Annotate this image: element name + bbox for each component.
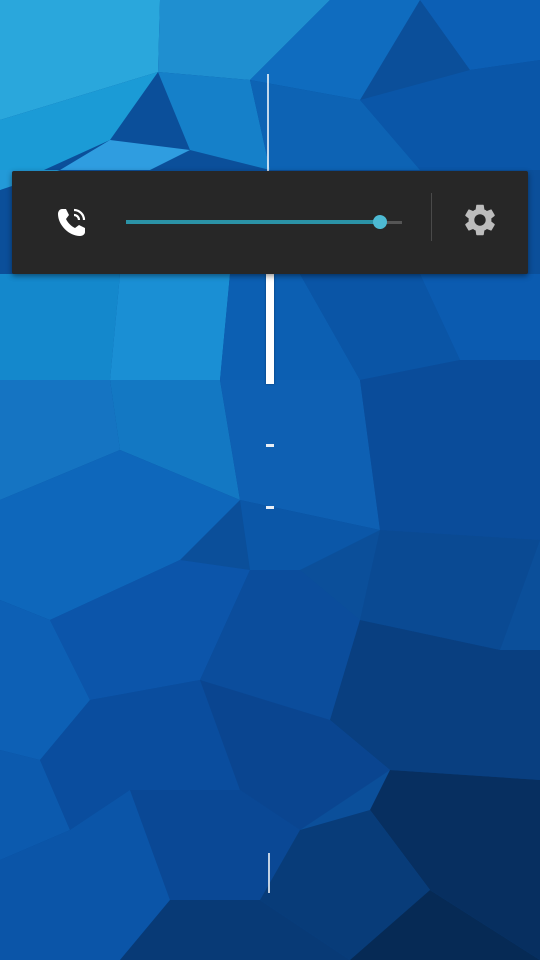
volume-slider[interactable] xyxy=(126,209,402,235)
tick-mark xyxy=(266,506,274,509)
panel-divider xyxy=(431,193,432,241)
settings-button[interactable] xyxy=(460,200,500,240)
highlight-bar xyxy=(266,274,274,384)
slider-thumb[interactable] xyxy=(372,215,387,229)
gear-icon xyxy=(465,204,495,236)
wallpaper-background xyxy=(0,0,540,960)
volume-panel xyxy=(12,171,528,274)
slider-fill xyxy=(126,220,380,224)
guide-line-top xyxy=(267,74,269,171)
guide-line-bottom xyxy=(268,853,270,893)
phone-in-call-icon[interactable] xyxy=(48,200,94,246)
tick-mark xyxy=(266,444,274,447)
